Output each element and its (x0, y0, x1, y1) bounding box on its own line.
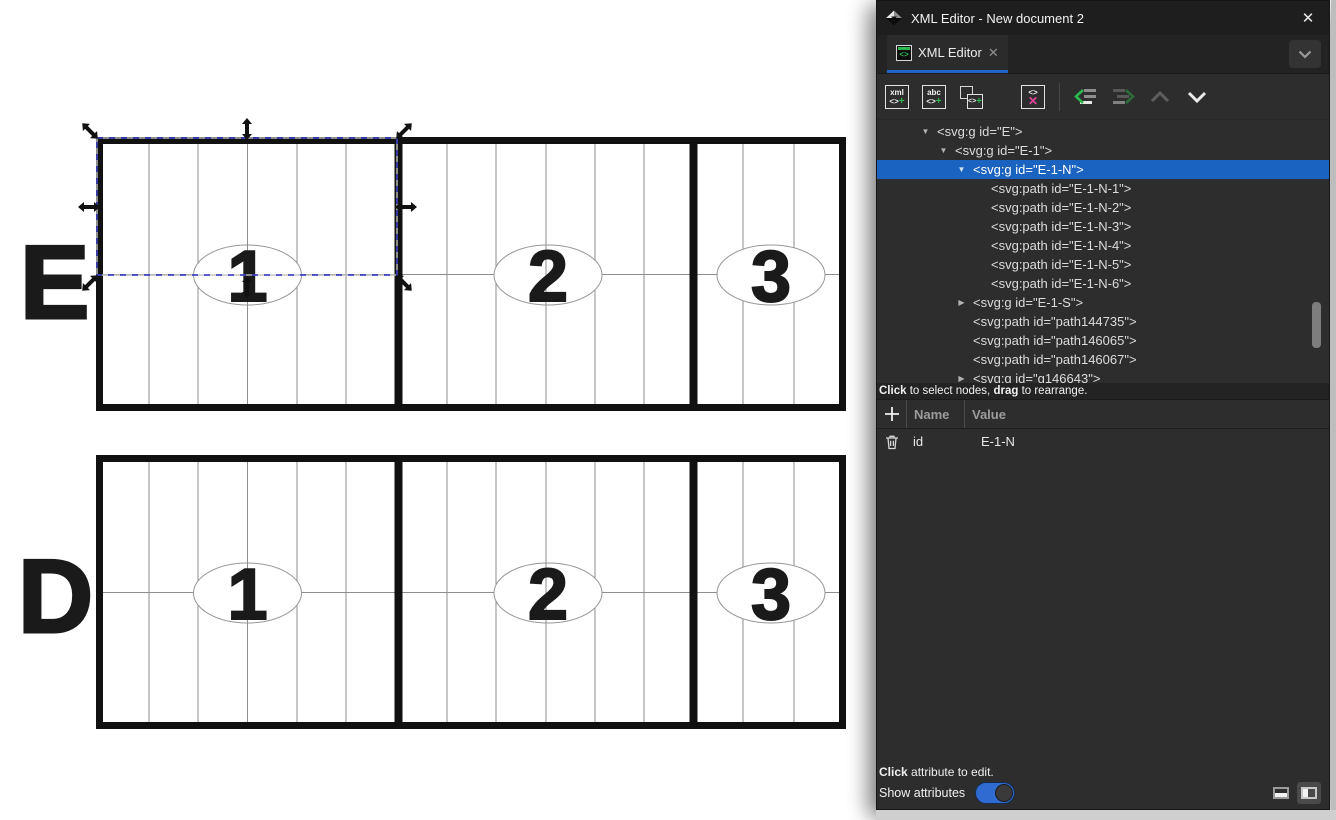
desktop-edge-right (1331, 0, 1336, 820)
figure-d-cell-2-label: 2 (528, 555, 568, 635)
chevron-down-icon (1187, 91, 1207, 103)
vertical-split-icon (1301, 787, 1317, 799)
tab-strip: <> XML Editor ✕ (877, 35, 1329, 74)
xml-editor-dialog: XML Editor - New document 2 ✕ <> XML Edi… (876, 0, 1330, 810)
attribute-row[interactable]: id E-1-N (877, 429, 1329, 454)
expander-icon[interactable]: ▼ (937, 146, 950, 155)
figure-e-grid (96, 137, 846, 411)
attr-value-header: Value (972, 407, 1006, 422)
tree-row[interactable]: <svg:path id="E-1-N-5"> (877, 255, 1329, 274)
move-node-down-button[interactable] (1183, 83, 1211, 111)
duplicate-node-button[interactable]: <>+ (957, 83, 985, 111)
xml-node-tree[interactable]: ▼<svg:g id="E"> ▼<svg:g id="E-1"> ▼<svg:… (877, 120, 1329, 383)
figure-e-cell-2-label: 2 (528, 237, 568, 317)
tree-row[interactable]: <svg:path id="path144735"> (877, 312, 1329, 331)
tab-close-icon[interactable]: ✕ (988, 45, 999, 61)
tree-row[interactable]: ▼<svg:g id="E-1"> (877, 141, 1329, 160)
xml-editor-tab-icon: <> (896, 45, 912, 61)
tree-hint: Click to select nodes, drag to rearrange… (877, 383, 1329, 400)
delete-attribute-button[interactable] (877, 429, 906, 454)
attribute-hint: Click attribute to edit. (877, 763, 1329, 781)
delete-node-button[interactable]: <> ✕ (1019, 83, 1047, 111)
figure-d-cell-1-label: 1 (227, 555, 267, 635)
drawing-canvas[interactable]: 1 2 3 E 1 2 3 D (0, 0, 876, 820)
show-attributes-label: Show attributes (879, 786, 965, 800)
attributes-empty-area (877, 454, 1329, 763)
figure-d-grid (96, 455, 846, 729)
dialog-bottom-bar: Show attributes (877, 781, 1329, 809)
tree-row-selected[interactable]: ▼<svg:g id="E-1-N"> (877, 160, 1329, 179)
horizontal-split-icon (1273, 787, 1289, 799)
layout-horizontal-button[interactable] (1269, 782, 1293, 804)
tab-xml-editor[interactable]: <> XML Editor ✕ (887, 35, 1008, 73)
tree-row[interactable]: ▼<svg:g id="E"> (877, 122, 1329, 141)
figure-e[interactable]: 1 2 3 E (20, 137, 846, 411)
toolbar-separator (1059, 83, 1060, 111)
move-node-up-button[interactable] (1146, 83, 1174, 111)
tree-row[interactable]: <svg:path id="E-1-N-6"> (877, 274, 1329, 293)
new-text-node-button[interactable]: abc <>+ (920, 83, 948, 111)
plus-icon (884, 406, 900, 422)
tree-row[interactable]: <svg:path id="path146065"> (877, 331, 1329, 350)
toggle-knob (995, 784, 1013, 802)
layout-vertical-button[interactable] (1297, 782, 1321, 804)
tree-row[interactable]: ▶<svg:g id="E-1-S"> (877, 293, 1329, 312)
window-close-icon[interactable]: ✕ (1297, 9, 1319, 27)
tree-row[interactable]: <svg:path id="E-1-N-4"> (877, 236, 1329, 255)
expander-icon[interactable]: ▼ (955, 165, 968, 174)
figure-d[interactable]: 1 2 3 D (18, 455, 846, 729)
trash-icon (885, 434, 899, 450)
xml-toolbar: xml <>+ abc <>+ <>+ <> ✕ (877, 74, 1329, 120)
tree-row[interactable]: <svg:path id="E-1-N-1"> (877, 179, 1329, 198)
new-element-node-icon: xml <>+ (885, 85, 909, 109)
expander-icon[interactable]: ▶ (955, 374, 968, 383)
attr-name-header: Name (914, 407, 949, 422)
new-element-node-button[interactable]: xml <>+ (883, 83, 911, 111)
attributes-header: Name Value (877, 400, 1329, 429)
attribute-name[interactable]: id (906, 434, 964, 449)
figure-d-cell-3-label: 3 (751, 555, 791, 635)
delete-node-icon: <> ✕ (1021, 85, 1045, 109)
dialog-titlebar[interactable]: XML Editor - New document 2 ✕ (877, 1, 1329, 35)
tree-scrollbar-thumb[interactable] (1312, 302, 1321, 348)
expander-icon[interactable]: ▶ (955, 298, 968, 307)
figure-e-letter: E (20, 225, 89, 341)
panel-menu-button[interactable] (1289, 40, 1321, 68)
indent-node-button[interactable] (1109, 83, 1137, 111)
attribute-value[interactable]: E-1-N (964, 434, 1329, 449)
add-attribute-button[interactable] (877, 400, 906, 428)
unindent-node-button[interactable] (1072, 83, 1100, 111)
figure-e-cell-3-label: 3 (751, 237, 791, 317)
chevron-down-icon (1298, 50, 1312, 59)
tree-row[interactable]: <svg:path id="E-1-N-2"> (877, 198, 1329, 217)
figure-d-letter: D (18, 539, 93, 655)
new-text-node-icon: abc <>+ (922, 85, 946, 109)
expander-icon[interactable]: ▼ (919, 127, 932, 136)
tree-row[interactable]: <svg:path id="path146067"> (877, 350, 1329, 369)
unindent-node-icon (1074, 88, 1098, 106)
inkscape-logo-icon (885, 10, 903, 26)
tab-label: XML Editor (918, 45, 982, 60)
indent-node-icon (1111, 88, 1135, 106)
scale-handle-top[interactable] (242, 118, 252, 140)
tree-row[interactable]: ▶<svg:g id="g146643"> (877, 369, 1329, 383)
dialog-title: XML Editor - New document 2 (911, 11, 1084, 26)
tree-row[interactable]: <svg:path id="E-1-N-3"> (877, 217, 1329, 236)
show-attributes-toggle[interactable] (975, 782, 1015, 804)
desktop-edge-bottom (876, 810, 1336, 820)
chevron-up-icon (1150, 91, 1170, 103)
